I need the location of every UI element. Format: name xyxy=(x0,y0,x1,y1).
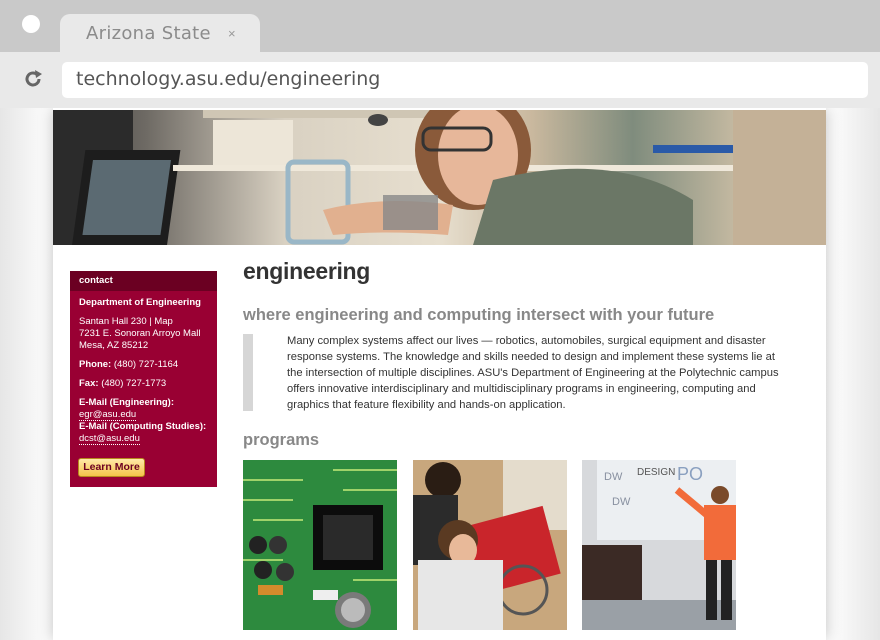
svg-text:DESIGN: DESIGN xyxy=(637,467,675,478)
contact-heading: contact xyxy=(70,271,217,291)
address-bar-url[interactable]: technology.asu.edu/engineering xyxy=(76,68,380,90)
email-computing-text[interactable]: dcst@asu.edu xyxy=(79,433,140,445)
svg-text:DW: DW xyxy=(612,496,631,508)
page-subtitle: where engineering and computing intersec… xyxy=(243,306,715,324)
phone-label: Phone: xyxy=(79,359,112,370)
fax-number: (480) 727-1773 xyxy=(101,378,167,389)
phone-number: (480) 727-1164 xyxy=(113,359,179,370)
contact-box: contact Department of Engineering Santan… xyxy=(70,271,217,487)
viewport-shadow-right xyxy=(826,108,880,640)
email-computing-link[interactable]: dcst@asu.edu xyxy=(79,433,140,445)
email-engineering-text[interactable]: egr@asu.edu xyxy=(79,409,137,421)
address-line-3: Mesa, AZ 85212 xyxy=(79,340,149,351)
hero-photo-illustration xyxy=(53,110,826,245)
email-engineering-link[interactable]: egr@asu.edu xyxy=(79,409,137,421)
presentation-photo: DW DW DESIGN PO xyxy=(582,460,736,630)
program-thumbnail-computing[interactable]: DW DW DESIGN PO xyxy=(582,460,736,630)
email-engineering-label: E-Mail (Engineering): xyxy=(79,397,174,408)
circuit-board-photo xyxy=(243,460,397,630)
hero-banner-image xyxy=(53,110,826,245)
window-control-dot[interactable] xyxy=(22,15,40,33)
intro-quote-bar xyxy=(243,334,253,411)
intro-paragraph: Many complex systems affect our lives — … xyxy=(287,335,779,411)
viewport-shadow-left xyxy=(0,108,54,640)
department-name: Department of Engineering xyxy=(79,297,201,308)
page-content: contact Department of Engineering Santan… xyxy=(53,108,826,640)
students-robotics-photo xyxy=(413,460,567,630)
phone-row: Phone: (480) 727-1164 xyxy=(79,359,178,371)
tab-title: Arizona State xyxy=(86,23,211,44)
learn-more-button[interactable]: Learn More xyxy=(78,458,145,477)
fax-label: Fax: xyxy=(79,378,99,389)
page-title: engineering xyxy=(243,258,371,284)
program-thumbnail-robotics[interactable] xyxy=(413,460,567,630)
program-thumbnail-circuit[interactable] xyxy=(243,460,397,630)
programs-heading: programs xyxy=(243,431,320,449)
address-line-1[interactable]: Santan Hall 230 | Map xyxy=(79,316,173,328)
reload-icon[interactable] xyxy=(22,68,44,90)
svg-text:DW: DW xyxy=(604,471,623,483)
fax-row: Fax: (480) 727-1773 xyxy=(79,378,166,390)
page-viewport: contact Department of Engineering Santan… xyxy=(0,108,880,640)
tab-close-icon[interactable]: × xyxy=(228,26,236,41)
address-line-2: 7231 E. Sonoran Arroyo Mall xyxy=(79,328,201,339)
email-computing-label: E-Mail (Computing Studies): xyxy=(79,421,207,432)
svg-text:PO: PO xyxy=(677,464,703,484)
